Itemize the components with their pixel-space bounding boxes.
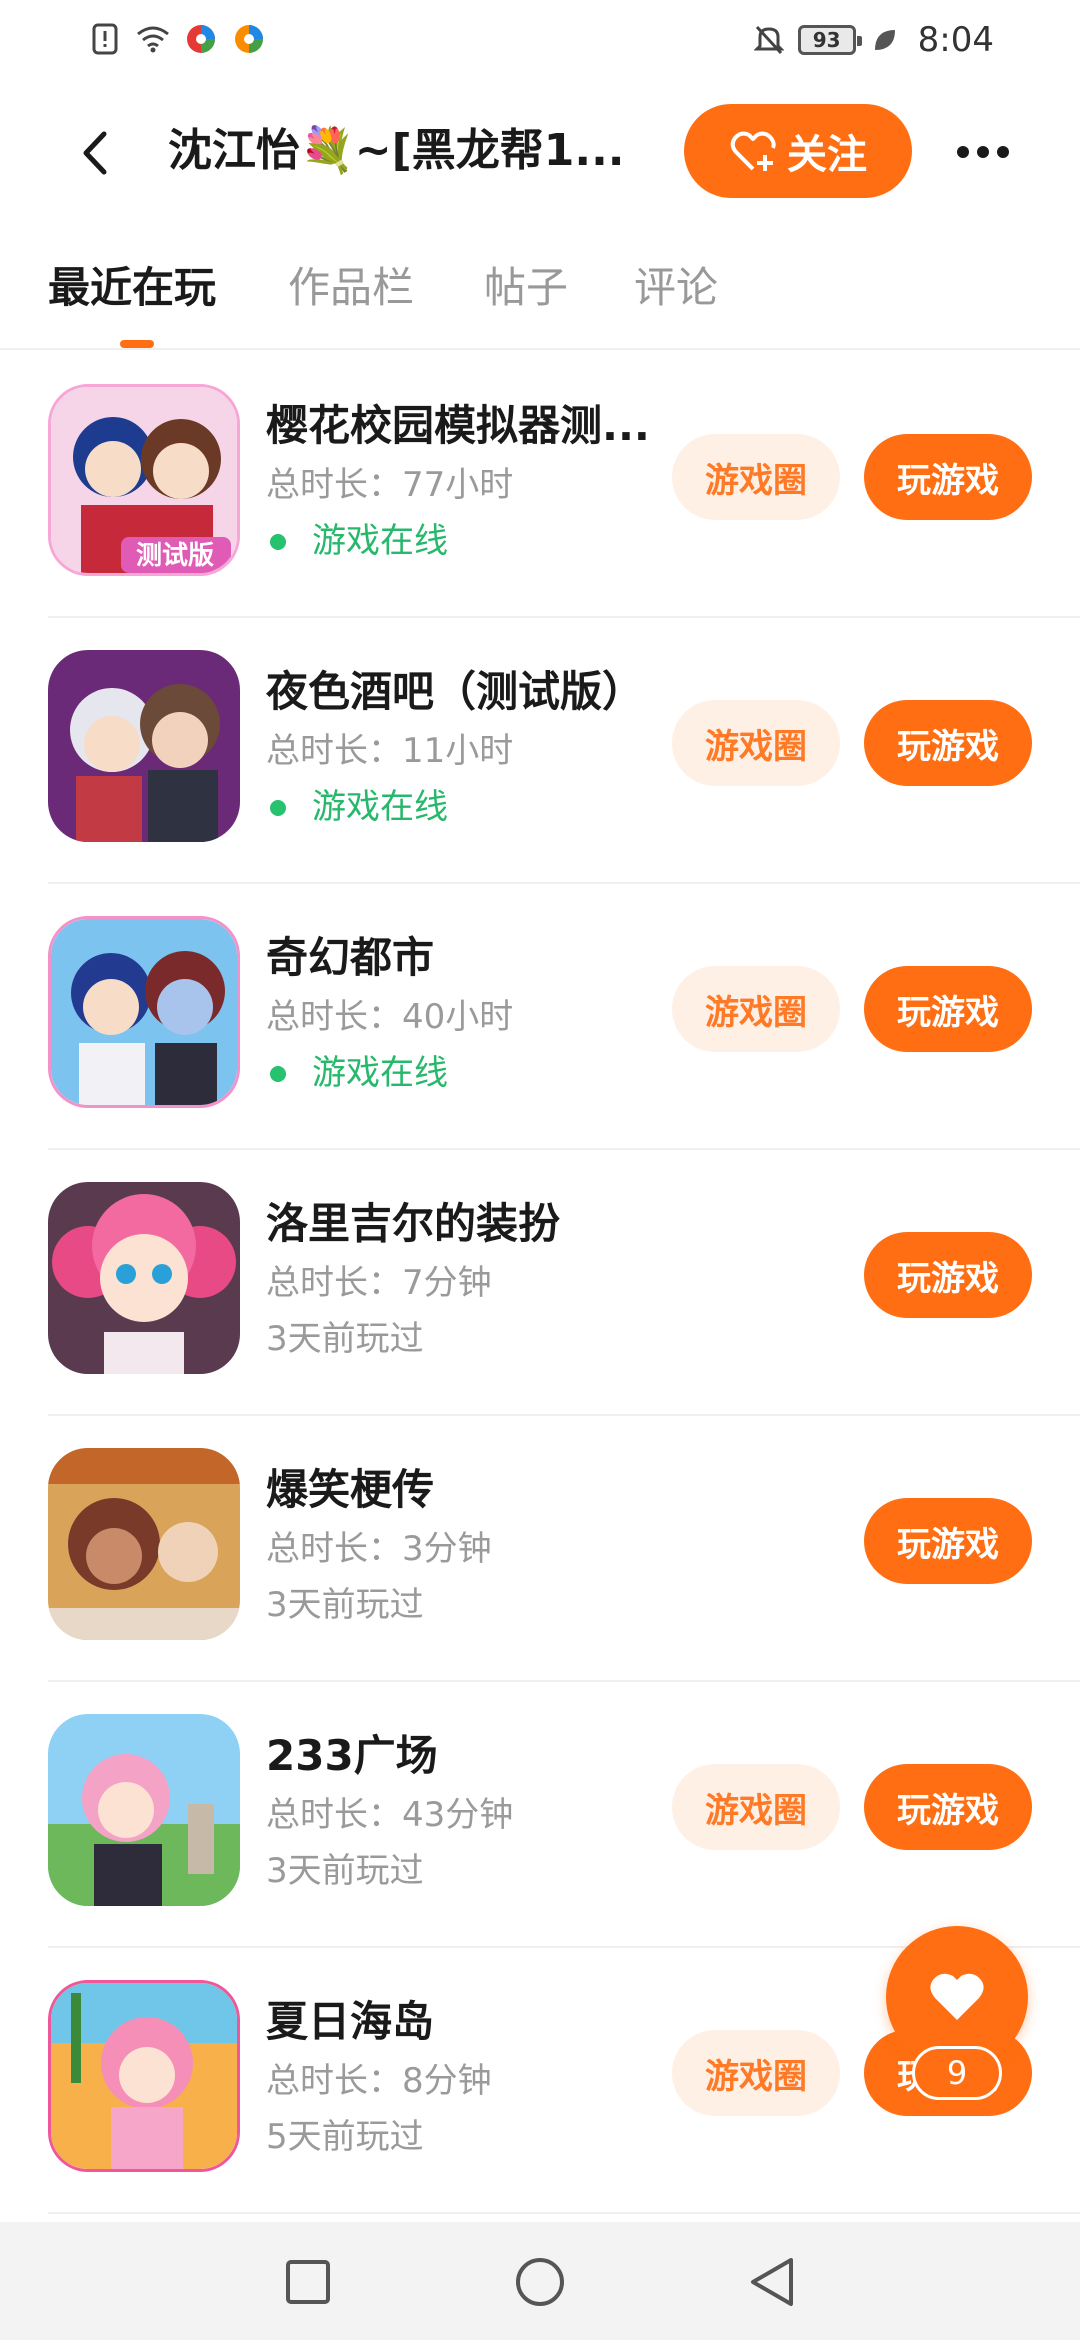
heart-plus-icon bbox=[730, 131, 776, 171]
mute-icon bbox=[752, 23, 786, 57]
heart-icon bbox=[930, 1973, 984, 2020]
game-icon[interactable] bbox=[48, 1448, 240, 1640]
system-nav-bar bbox=[0, 2222, 1080, 2340]
leaf-icon bbox=[868, 23, 902, 57]
game-status-text: 游戏在线 bbox=[312, 787, 448, 827]
game-status: 游戏在线 bbox=[266, 1048, 448, 1098]
circle-icon bbox=[516, 2258, 564, 2306]
game-duration: 总时长：77小时 bbox=[266, 465, 514, 505]
tab-posts[interactable]: 帖子 bbox=[484, 258, 568, 318]
more-dot bbox=[997, 146, 1009, 158]
game-list: 测试版 樱花校园模拟器测... 总时长：77小时 游戏在线 游戏圈 玩游戏 夜色… bbox=[0, 352, 1080, 2214]
game-duration: 总时长：43分钟 bbox=[266, 1795, 514, 1835]
recents-button[interactable] bbox=[278, 2252, 338, 2312]
game-name: 233广场 bbox=[266, 1731, 438, 1780]
tab-works[interactable]: 作品栏 bbox=[288, 258, 414, 318]
tab-indicator bbox=[120, 340, 154, 348]
list-item[interactable]: 夜色酒吧（测试版） 总时长：11小时 游戏在线 游戏圈 玩游戏 bbox=[48, 618, 1080, 884]
list-item[interactable]: 洛里吉尔的装扮 总时长：7分钟 3天前玩过 玩游戏 bbox=[48, 1150, 1080, 1416]
list-item[interactable]: 奇幻都市 总时长：40小时 游戏在线 游戏圈 玩游戏 bbox=[48, 884, 1080, 1150]
game-duration: 总时长：40小时 bbox=[266, 997, 514, 1037]
game-icon[interactable]: 测试版 bbox=[48, 384, 240, 576]
online-dot bbox=[270, 800, 286, 816]
game-icon[interactable] bbox=[48, 1182, 240, 1374]
game-status: 5天前玩过 bbox=[266, 2117, 424, 2157]
chevron-left-icon bbox=[83, 131, 107, 175]
play-game-button[interactable]: 玩游戏 bbox=[864, 1764, 1032, 1850]
game-icon[interactable] bbox=[48, 1714, 240, 1906]
list-item[interactable]: 测试版 樱花校园模拟器测... 总时长：77小时 游戏在线 游戏圈 玩游戏 bbox=[48, 352, 1080, 618]
game-name: 夏日海岛 bbox=[266, 1997, 435, 2046]
play-game-button[interactable]: 玩游戏 bbox=[864, 700, 1032, 786]
game-circle-button[interactable]: 游戏圈 bbox=[672, 966, 840, 1052]
battery-icon: 93 bbox=[797, 25, 862, 55]
game-icon[interactable] bbox=[48, 650, 240, 842]
back-nav-button[interactable] bbox=[742, 2252, 802, 2312]
more-options-button[interactable] bbox=[948, 122, 1018, 182]
game-status: 游戏在线 bbox=[266, 516, 448, 566]
more-dot bbox=[977, 146, 989, 158]
game-name: 夜色酒吧（测试版） bbox=[266, 667, 645, 716]
more-dot bbox=[957, 146, 969, 158]
game-status-text: 游戏在线 bbox=[312, 1053, 448, 1093]
game-circle-button[interactable]: 游戏圈 bbox=[672, 700, 840, 786]
game-duration: 总时长：8分钟 bbox=[266, 2061, 492, 2101]
game-circle-button[interactable]: 游戏圈 bbox=[672, 2030, 840, 2116]
game-circle-button[interactable]: 游戏圈 bbox=[672, 1764, 840, 1850]
list-item[interactable]: 233广场 总时长：43分钟 3天前玩过 游戏圈 玩游戏 bbox=[48, 1682, 1080, 1948]
square-icon bbox=[286, 2260, 330, 2304]
alert-icon bbox=[88, 22, 122, 56]
app-icon bbox=[232, 22, 266, 56]
follow-button[interactable]: 关注 bbox=[684, 104, 912, 198]
triangle-back-icon bbox=[751, 2258, 793, 2306]
page-title: 沈江怡💐~[黑龙帮1... bbox=[168, 125, 625, 176]
game-icon[interactable] bbox=[48, 1980, 240, 2172]
tab-comments[interactable]: 评论 bbox=[634, 258, 718, 318]
status-bar: 93 8:04 bbox=[0, 0, 1080, 84]
game-status: 3天前玩过 bbox=[266, 1585, 424, 1625]
game-duration: 总时长：3分钟 bbox=[266, 1529, 492, 1569]
tab-recently-played[interactable]: 最近在玩 bbox=[48, 258, 216, 318]
svg-text:测试版: 测试版 bbox=[136, 541, 214, 571]
home-button[interactable] bbox=[510, 2252, 570, 2312]
game-name: 洛里吉尔的装扮 bbox=[266, 1199, 561, 1248]
game-status-text: 游戏在线 bbox=[312, 521, 448, 561]
game-duration: 总时长：11小时 bbox=[266, 731, 514, 771]
game-name: 奇幻都市 bbox=[266, 933, 435, 982]
app-icon bbox=[184, 22, 218, 56]
play-game-button[interactable]: 玩游戏 bbox=[864, 434, 1032, 520]
online-dot bbox=[270, 1066, 286, 1082]
online-dot bbox=[270, 534, 286, 550]
play-game-button[interactable]: 玩游戏 bbox=[864, 1232, 1032, 1318]
play-game-button[interactable]: 玩游戏 bbox=[864, 1498, 1032, 1584]
game-name: 爆笑梗传 bbox=[266, 1465, 435, 1514]
wifi-icon bbox=[136, 22, 170, 56]
play-game-button[interactable]: 玩游戏 bbox=[864, 966, 1032, 1052]
tab-bar: 最近在玩 作品栏 帖子 评论 bbox=[0, 240, 1080, 350]
game-duration: 总时长：7分钟 bbox=[266, 1263, 492, 1303]
back-button[interactable] bbox=[60, 118, 130, 188]
game-status: 3天前玩过 bbox=[266, 1319, 424, 1359]
list-item[interactable]: 爆笑梗传 总时长：3分钟 3天前玩过 玩游戏 bbox=[48, 1416, 1080, 1682]
profile-header: 沈江怡💐~[黑龙帮1... 关注 bbox=[0, 96, 1080, 206]
status-time: 8:04 bbox=[917, 20, 994, 60]
like-count: 9 bbox=[912, 2046, 1002, 2100]
game-status: 3天前玩过 bbox=[266, 1851, 424, 1891]
game-name: 樱花校园模拟器测... bbox=[266, 401, 650, 450]
follow-label: 关注 bbox=[787, 132, 867, 178]
game-circle-button[interactable]: 游戏圈 bbox=[672, 434, 840, 520]
game-icon[interactable] bbox=[48, 916, 240, 1108]
game-status: 游戏在线 bbox=[266, 782, 448, 832]
